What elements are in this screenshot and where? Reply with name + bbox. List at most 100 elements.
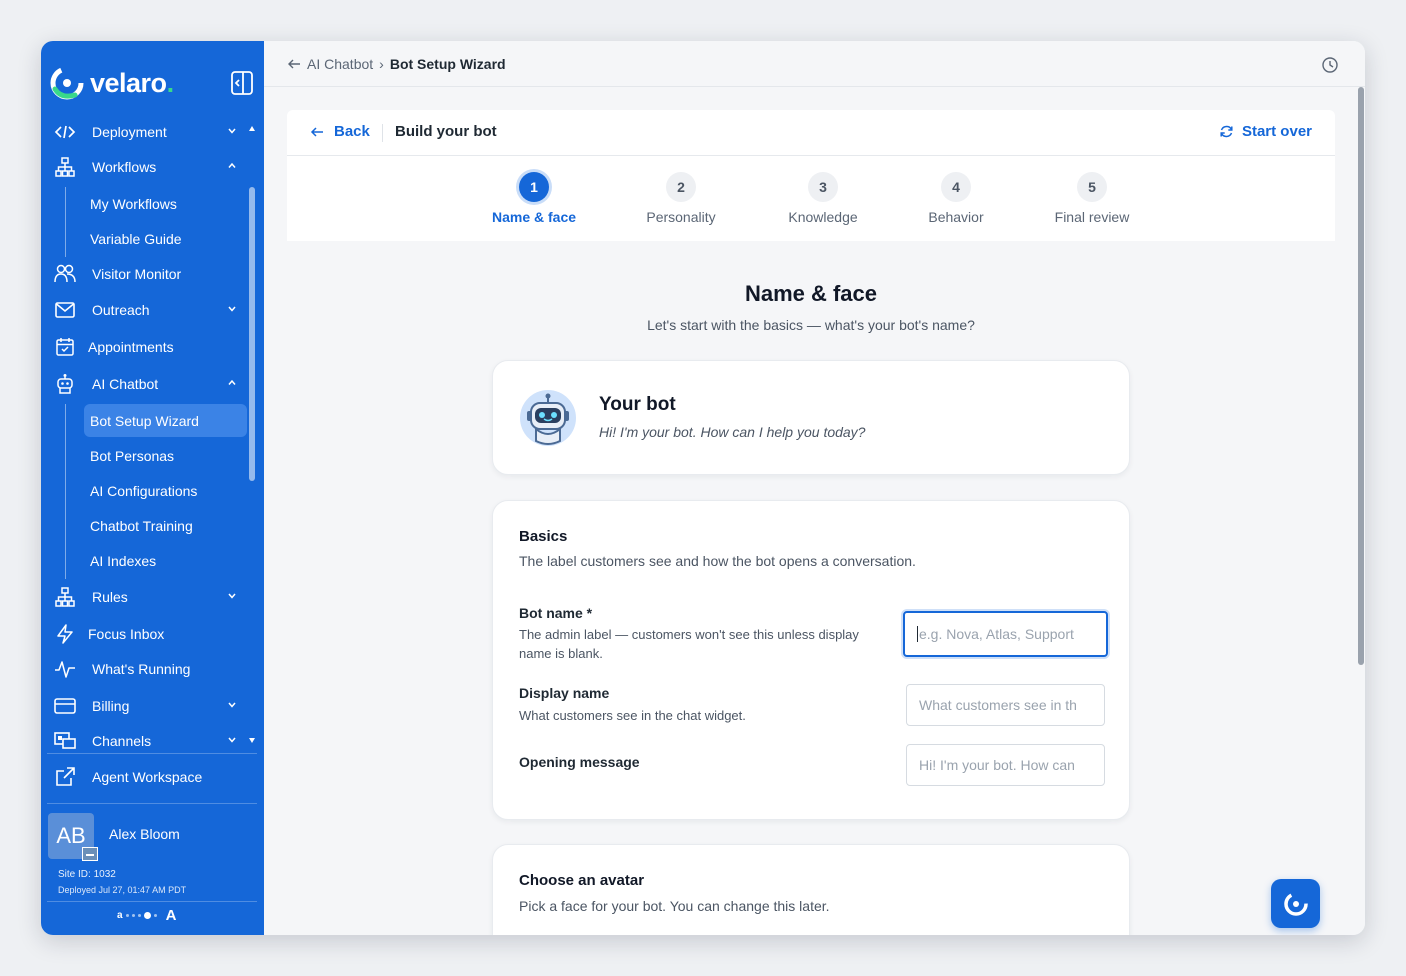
avatar-card: Choose an avatar Pick a face for your bo…: [492, 844, 1130, 935]
topbar: AI Chatbot › Bot Setup Wizard: [264, 41, 1365, 87]
display-name-help: What customers see in the chat widget.: [519, 708, 746, 723]
sidebar-scroll-thumb[interactable]: [249, 187, 255, 481]
agent-workspace-link[interactable]: Agent Workspace: [51, 761, 247, 793]
opening-message-input[interactable]: Hi! I'm your bot. How can: [906, 744, 1105, 786]
bot-name-help: The admin label — customers won't see th…: [519, 627, 859, 661]
user-name: Alex Bloom: [109, 826, 180, 842]
chevron-up-icon: [228, 379, 236, 385]
step-knowledge[interactable]: 3 Knowledge: [753, 172, 893, 225]
step-label: Final review: [1054, 209, 1130, 225]
lightning-icon: [54, 623, 76, 645]
collapse-sidebar-icon[interactable]: [230, 70, 254, 96]
bot-name-input[interactable]: e.g. Nova, Atlas, Support: [903, 611, 1108, 657]
velaro-chat-icon: [1283, 891, 1308, 916]
bot-preview-title: Your bot: [599, 394, 676, 415]
back-label: Back: [334, 123, 370, 140]
sidebar-item-focus-inbox[interactable]: Focus Inbox: [51, 618, 247, 650]
sidebar-item-appointments[interactable]: Appointments: [51, 331, 247, 363]
step-personality[interactable]: 2 Personality: [611, 172, 751, 225]
back-button[interactable]: Back: [310, 123, 370, 140]
sidebar-item-visitor-monitor[interactable]: Visitor Monitor: [51, 258, 247, 290]
arrow-left-icon[interactable]: [287, 58, 301, 70]
step-behavior[interactable]: 4 Behavior: [886, 172, 1026, 225]
step-number: 2: [666, 172, 696, 202]
bot-preview-card: Your bot Hi! I'm your bot. How can I hel…: [492, 360, 1130, 475]
sidebar-item-whats-running[interactable]: What's Running: [51, 653, 247, 685]
font-size-step[interactable]: [137, 914, 141, 917]
display-name-label: Display name: [519, 685, 610, 701]
basics-card: Basics The label customers see and how t…: [492, 500, 1130, 820]
history-clock-icon[interactable]: [1321, 56, 1339, 74]
page-subtitle: Let's start with the basics — what's you…: [647, 317, 975, 333]
sidebar-item-bot-setup-wizard[interactable]: Bot Setup Wizard: [84, 404, 247, 437]
wizard-header: Back Build your bot Start over 1 Name & …: [287, 110, 1335, 241]
hierarchy-icon: [54, 156, 76, 178]
bot-name-placeholder: e.g. Nova, Atlas, Support: [919, 626, 1074, 642]
logo[interactable]: velaro.: [49, 65, 174, 101]
card-icon: [54, 695, 76, 717]
font-size-thumb[interactable]: [143, 912, 151, 919]
opening-message-label: Opening message: [519, 754, 640, 770]
velaro-logo-icon: [50, 66, 84, 100]
chevron-down-icon: [228, 306, 236, 312]
sidebar-item-variable-guide[interactable]: Variable Guide: [84, 222, 247, 255]
main-scroll-thumb[interactable]: [1358, 87, 1364, 665]
sidebar-item-label: Appointments: [88, 339, 174, 355]
agent-workspace-label: Agent Workspace: [92, 769, 203, 785]
arrow-left-icon: [310, 126, 323, 137]
sidebar-item-label: Billing: [92, 698, 130, 714]
sidebar-item-ai-configurations[interactable]: AI Configurations: [84, 474, 247, 507]
sidebar-item-label: Rules: [92, 589, 128, 605]
wizard-toolbar: Back Build your bot Start over: [287, 110, 1335, 156]
sidebar-item-bot-personas[interactable]: Bot Personas: [84, 439, 247, 472]
sidebar-item-ai-indexes[interactable]: AI Indexes: [84, 544, 247, 577]
toolbar-divider: [382, 124, 383, 142]
chevron-up-icon: [228, 162, 236, 168]
avatar-title: Choose an avatar: [519, 872, 645, 889]
sidebar-item-billing[interactable]: Billing: [51, 690, 247, 722]
external-link-icon: [54, 766, 76, 788]
sidebar-divider: [47, 753, 257, 754]
chat-widget-button[interactable]: [1271, 879, 1320, 928]
hierarchy-icon: [54, 586, 76, 608]
breadcrumb: AI Chatbot › Bot Setup Wizard: [287, 56, 506, 72]
users-icon: [54, 263, 76, 285]
main-scrollbar[interactable]: [1357, 87, 1365, 935]
wizard-title: Build your bot: [395, 123, 497, 140]
sidebar-item-label: Channels: [92, 733, 152, 749]
chevron-down-icon: [228, 593, 236, 599]
start-over-button[interactable]: Start over: [1219, 123, 1312, 140]
display-name-placeholder: What customers see in th: [919, 697, 1077, 713]
sidebar-item-label: What's Running: [92, 661, 191, 677]
sidebar-item-my-workflows[interactable]: My Workflows: [84, 187, 247, 220]
breadcrumb-parent[interactable]: AI Chatbot: [307, 56, 373, 72]
font-size-step[interactable]: [131, 914, 135, 917]
activity-icon: [54, 658, 76, 680]
font-size-step[interactable]: [125, 914, 129, 917]
display-name-input[interactable]: What customers see in th: [906, 684, 1105, 726]
code-icon: [54, 121, 76, 143]
robot-icon: [54, 373, 76, 395]
font-size-small-label: a: [117, 910, 123, 921]
submenu-line: [65, 404, 66, 579]
sidebar-item-rules[interactable]: Rules: [51, 581, 247, 613]
refresh-icon: [1220, 125, 1233, 138]
step-name-face[interactable]: 1 Name & face: [464, 172, 604, 225]
sidebar-item-chatbot-training[interactable]: Chatbot Training: [84, 509, 247, 542]
sidebar-divider: [47, 803, 257, 804]
font-size-step[interactable]: [153, 914, 157, 917]
sidebar-item-outreach[interactable]: Outreach: [51, 294, 247, 326]
page-title: Name & face: [744, 281, 878, 306]
sidebar-item-workflows[interactable]: Workflows: [51, 151, 247, 183]
sidebar-item-label: AI Chatbot: [92, 376, 159, 392]
status-badge: [82, 847, 98, 861]
sidebar-item-label: Workflows: [92, 159, 157, 175]
font-size-slider[interactable]: a A: [117, 907, 176, 924]
step-label: Name & face: [491, 209, 577, 225]
sidebar-item-deployment[interactable]: Deployment: [51, 116, 247, 148]
wizard-body: Name & face Let's start with the basics …: [287, 241, 1335, 935]
breadcrumb-current: Bot Setup Wizard: [389, 56, 506, 72]
step-final-review[interactable]: 5 Final review: [1022, 172, 1162, 225]
sidebar-item-ai-chatbot[interactable]: AI Chatbot: [51, 368, 247, 400]
site-id: Site ID: 1032: [58, 869, 116, 880]
